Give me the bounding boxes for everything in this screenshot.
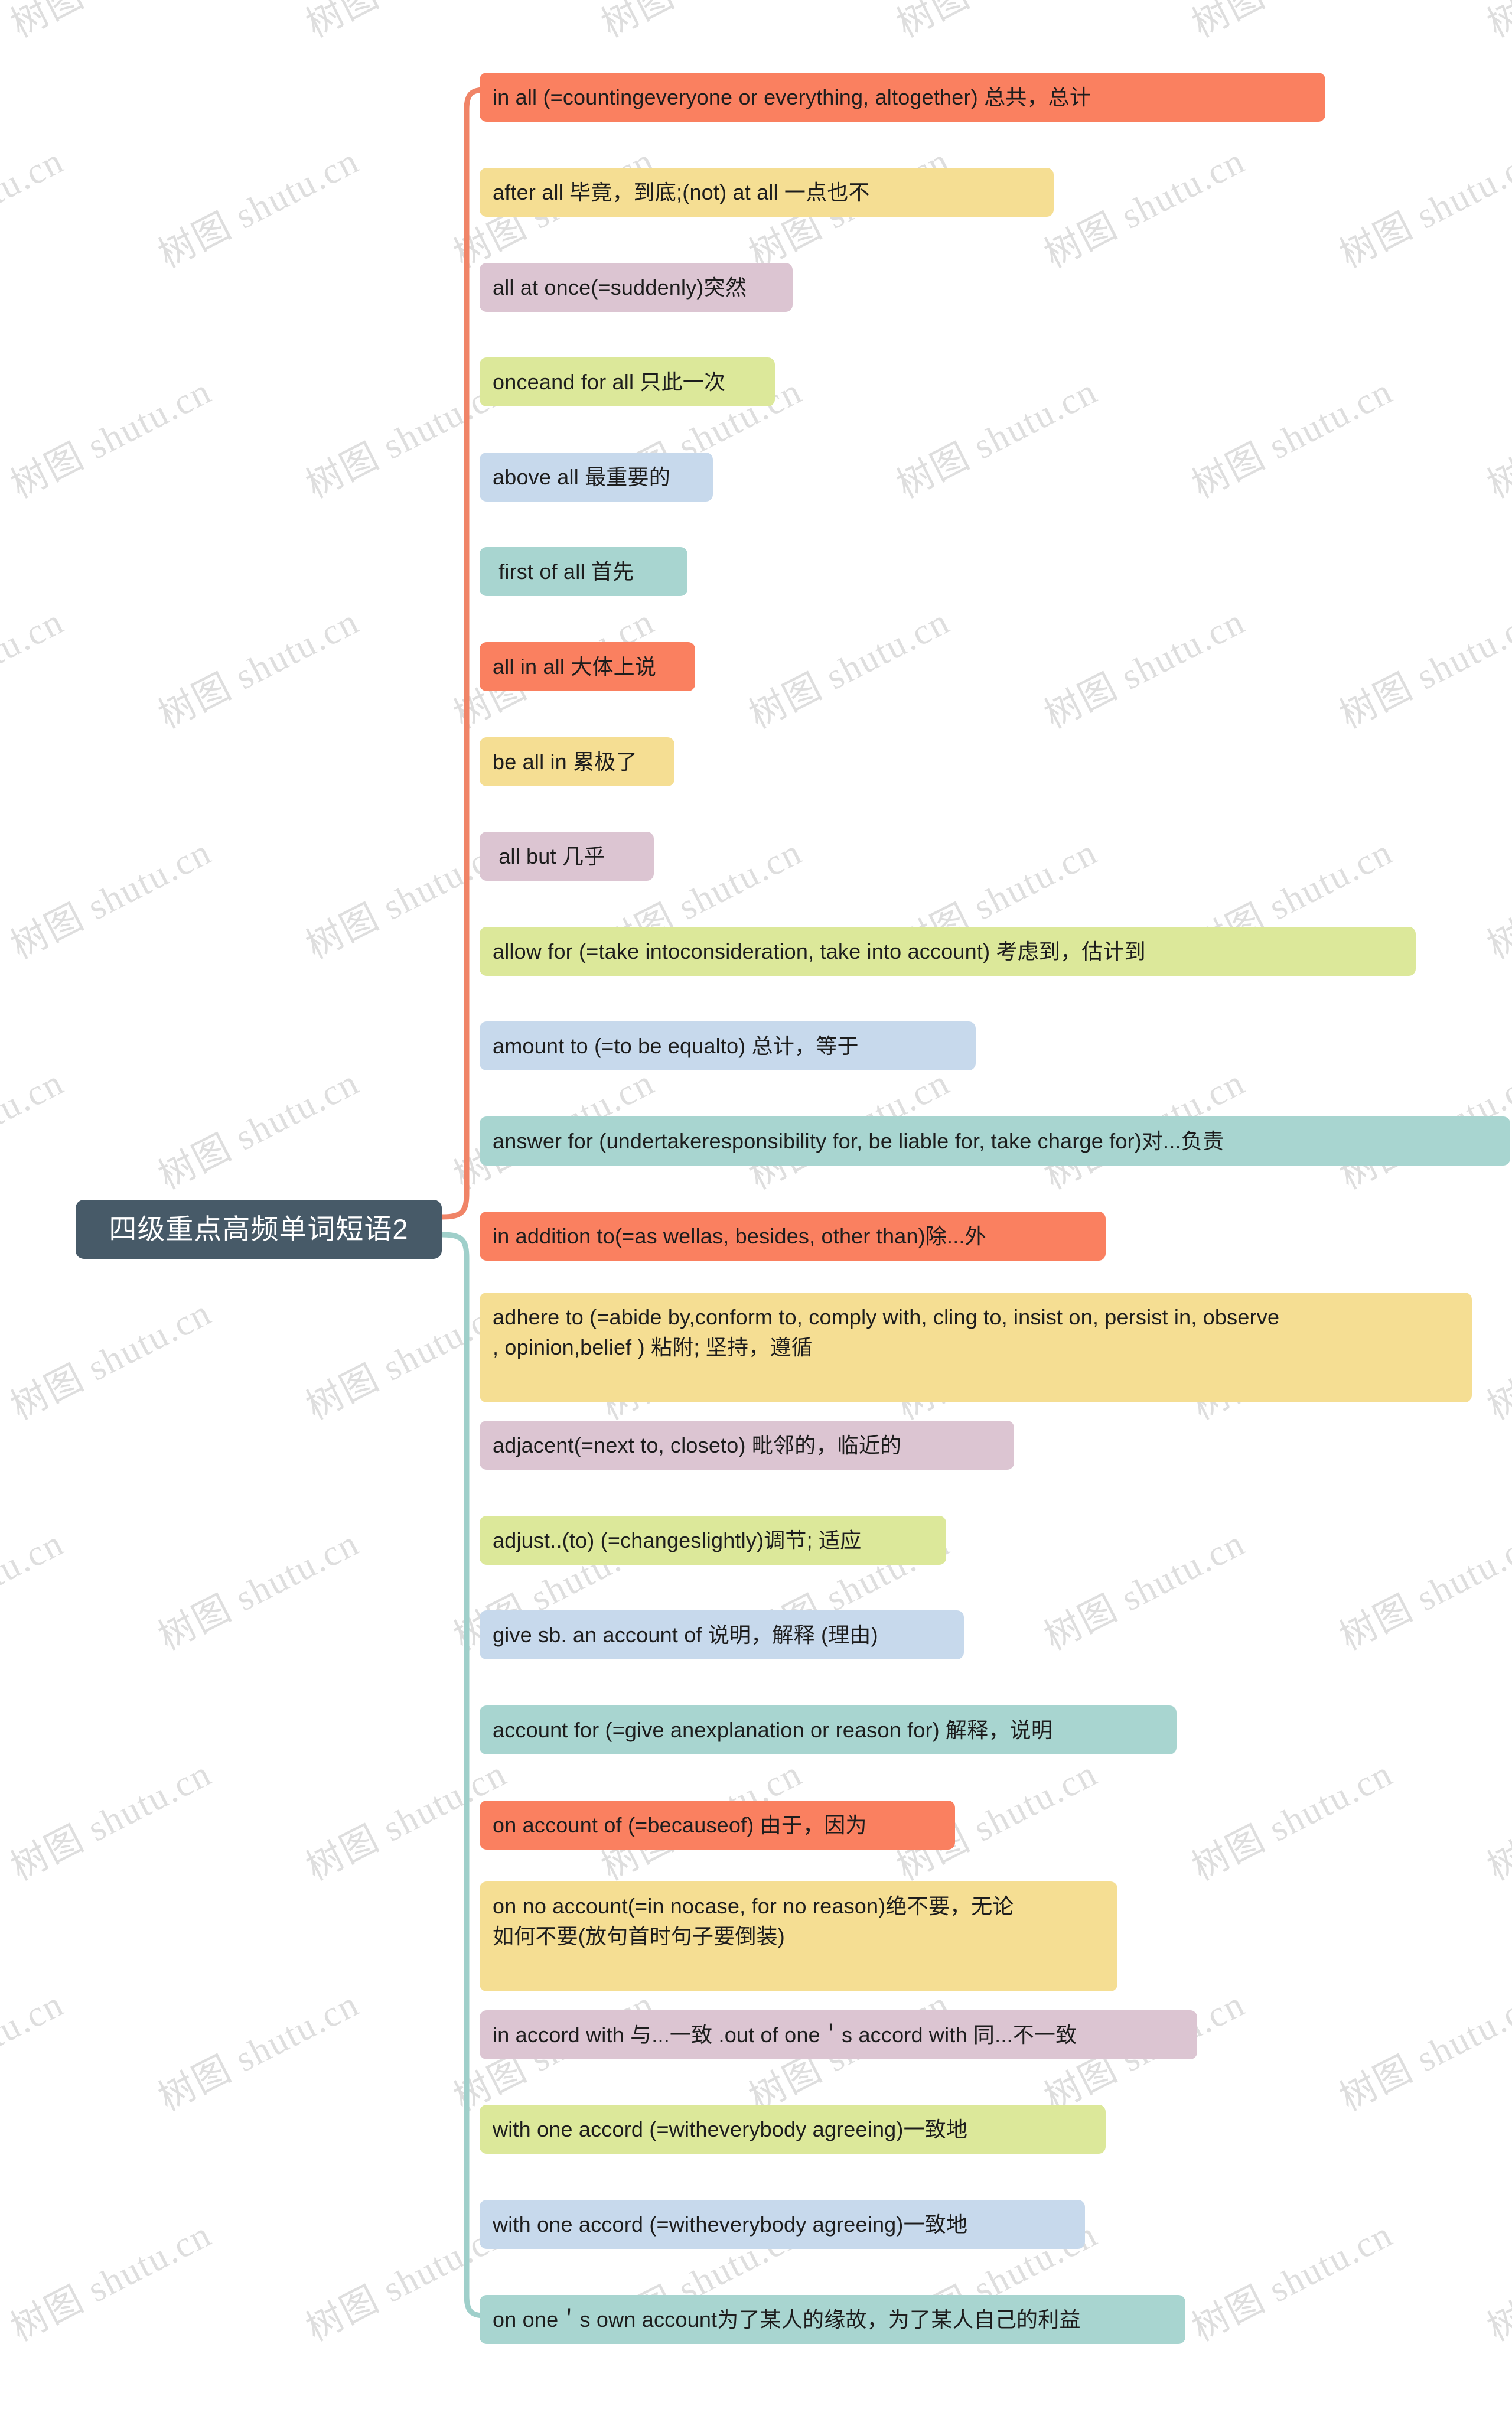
mindmap-node[interactable]: in all (=countingeveryone or everything,…: [480, 73, 1325, 122]
mindmap-node[interactable]: with one accord (=witheverybody agreeing…: [480, 2200, 1085, 2250]
mindmap-node[interactable]: in addition to(=as wellas, besides, othe…: [480, 1212, 1106, 1261]
mindmap-node-label: above all 最重要的: [493, 465, 670, 489]
mindmap-node-label: all at once(=suddenly)突然: [493, 275, 747, 300]
mindmap-node-label: adjust..(to) (=changeslightly)调节; 适应: [493, 1528, 862, 1552]
mindmap-node-label: on one＇s own account为了某人的缘故，为了某人自己的利益: [493, 2307, 1081, 2332]
mindmap-node-label: on no account(=in nocase, for no reason)…: [493, 1894, 1014, 1949]
edge-down-trunk: [439, 1232, 487, 2319]
mindmap-node-label: in all (=countingeveryone or everything,…: [493, 85, 1091, 109]
mindmap-node-label: in addition to(=as wellas, besides, othe…: [493, 1224, 986, 1248]
mindmap-node-label: adjacent(=next to, closeto) 毗邻的，临近的: [493, 1433, 902, 1457]
mindmap-node[interactable]: on one＇s own account为了某人的缘故，为了某人自己的利益: [480, 2295, 1185, 2345]
mindmap-node[interactable]: on account of (=becauseof) 由于，因为: [480, 1801, 955, 1850]
mindmap-node-label: amount to (=to be equalto) 总计，等于: [493, 1034, 859, 1058]
mindmap-node-label: account for (=give anexplanation or reas…: [493, 1718, 1053, 1742]
mindmap-node-label: give sb. an account of 说明，解释 (理由): [493, 1623, 878, 1647]
mindmap-node[interactable]: on no account(=in nocase, for no reason)…: [480, 1881, 1117, 1991]
mindmap-node[interactable]: first of all 首先: [480, 547, 687, 597]
mindmap-node-label: on account of (=becauseof) 由于，因为: [493, 1813, 867, 1837]
mindmap-node[interactable]: allow for (=take intoconsideration, take…: [480, 927, 1416, 976]
mindmap-node-label: with one accord (=witheverybody agreeing…: [493, 2212, 968, 2237]
mindmap-node-label: first of all 首先: [493, 559, 634, 584]
mindmap-node-label: with one accord (=witheverybody agreeing…: [493, 2117, 968, 2141]
edge-up-trunk: [439, 87, 487, 1220]
mindmap-node-label: after all 毕竟，到底;(not) at all 一点也不: [493, 180, 870, 204]
mindmap-node-label: be all in 累极了: [493, 750, 637, 774]
mindmap-node[interactable]: above all 最重要的: [480, 453, 713, 502]
mindmap-node[interactable]: be all in 累极了: [480, 737, 674, 787]
mindmap-node[interactable]: adjacent(=next to, closeto) 毗邻的，临近的: [480, 1421, 1014, 1470]
mindmap-node-label: in accord with 与...一致 .out of one＇s acco…: [493, 2023, 1077, 2047]
mindmap-node[interactable]: in accord with 与...一致 .out of one＇s acco…: [480, 2010, 1197, 2060]
mindmap-node[interactable]: all but 几乎: [480, 832, 654, 881]
mindmap-node[interactable]: answer for (undertakeresponsibility for,…: [480, 1116, 1510, 1166]
mindmap-node[interactable]: amount to (=to be equalto) 总计，等于: [480, 1021, 976, 1071]
mindmap-node-label: onceand for all 只此一次: [493, 370, 726, 394]
mindmap-node-label: adhere to (=abide by,conform to, comply …: [493, 1305, 1280, 1360]
mindmap-node[interactable]: adjust..(to) (=changeslightly)调节; 适应: [480, 1516, 946, 1565]
mindmap-node[interactable]: with one accord (=witheverybody agreeing…: [480, 2105, 1106, 2154]
mindmap-node[interactable]: onceand for all 只此一次: [480, 357, 775, 407]
mindmap-node[interactable]: adhere to (=abide by,conform to, comply …: [480, 1293, 1472, 1402]
root-node-label: 四级重点高频单词短语2: [109, 1213, 409, 1245]
mindmap-node-label: all in all 大体上说: [493, 655, 657, 679]
mindmap-node[interactable]: give sb. an account of 说明，解释 (理由): [480, 1610, 964, 1660]
mindmap-node-label: answer for (undertakeresponsibility for,…: [493, 1129, 1224, 1153]
mindmap-node[interactable]: after all 毕竟，到底;(not) at all 一点也不: [480, 168, 1054, 217]
mindmap-node[interactable]: account for (=give anexplanation or reas…: [480, 1705, 1177, 1755]
mindmap-node-label: all but 几乎: [493, 844, 605, 868]
mindmap-node[interactable]: all at once(=suddenly)突然: [480, 263, 793, 312]
mindmap-node-label: allow for (=take intoconsideration, take…: [493, 939, 1146, 963]
mindmap-node[interactable]: all in all 大体上说: [480, 642, 695, 692]
root-node[interactable]: 四级重点高频单词短语2: [76, 1200, 442, 1259]
mindmap-canvas: 四级重点高频单词短语2 in all (=countingeveryone or…: [0, 0, 1512, 2422]
